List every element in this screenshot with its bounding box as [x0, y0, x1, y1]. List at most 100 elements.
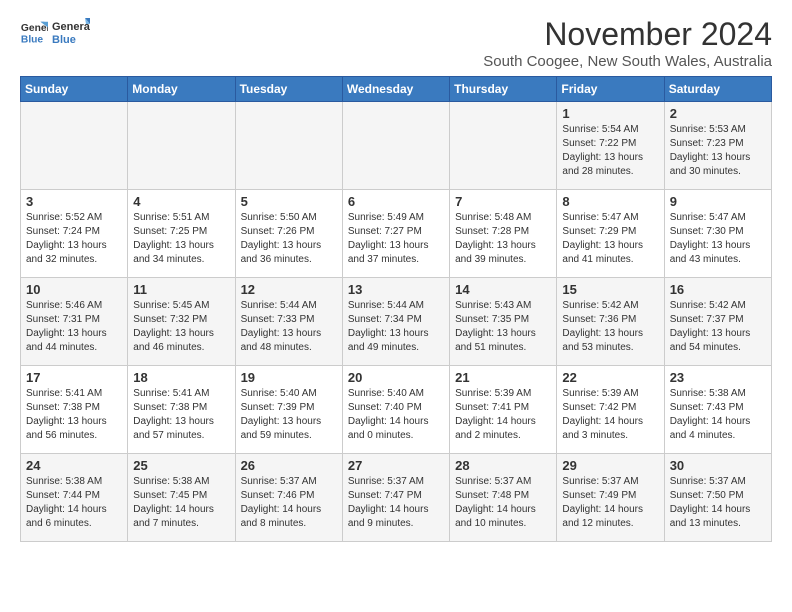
- svg-text:General: General: [21, 23, 48, 34]
- calendar-body: 1Sunrise: 5:54 AM Sunset: 7:22 PM Daylig…: [21, 102, 772, 542]
- day-info: Sunrise: 5:54 AM Sunset: 7:22 PM Dayligh…: [562, 123, 658, 179]
- header-cell-thursday: Thursday: [450, 77, 557, 102]
- day-cell: 8 Sunrise: 5:47 AM Sunset: 7:29 PM Daylig…: [557, 190, 664, 278]
- logo: General Blue General Blue: [20, 16, 90, 48]
- day-cell: 9Sunrise: 5:47 AM Sunset: 7:30 PM Daylig…: [664, 190, 771, 278]
- day-number: 2: [670, 106, 766, 121]
- day-number: 4: [133, 194, 229, 209]
- day-cell: 4 Sunrise: 5:51 AM Sunset: 7:25 PM Daylig…: [128, 190, 235, 278]
- day-cell: 28 Sunrise: 5:37 AM Sunset: 7:48 PM Dayli…: [450, 454, 557, 542]
- day-number: 8: [562, 194, 658, 209]
- week-row: 17Sunrise: 5:41 AM Sunset: 7:38 PM Dayli…: [21, 366, 772, 454]
- subtitle: South Coogee, New South Wales, Australia: [483, 53, 772, 70]
- day-cell: 17Sunrise: 5:41 AM Sunset: 7:38 PM Dayli…: [21, 366, 128, 454]
- day-cell: 14 Sunrise: 5:43 AM Sunset: 7:35 PM Dayli…: [450, 278, 557, 366]
- day-info: Sunrise: 5:43 AM Sunset: 7:35 PM Dayligh…: [455, 299, 551, 355]
- day-info: Sunrise: 5:41 AM Sunset: 7:38 PM Dayligh…: [133, 387, 229, 443]
- day-info: Sunrise: 5:40 AM Sunset: 7:40 PM Dayligh…: [348, 387, 444, 443]
- day-number: 15: [562, 282, 658, 297]
- day-info: Sunrise: 5:49 AM Sunset: 7:27 PM Dayligh…: [348, 211, 444, 267]
- day-number: 25: [133, 458, 229, 473]
- header-cell-friday: Friday: [557, 77, 664, 102]
- day-info: Sunrise: 5:42 AM Sunset: 7:36 PM Dayligh…: [562, 299, 658, 355]
- day-info: Sunrise: 5:41 AM Sunset: 7:38 PM Dayligh…: [26, 387, 122, 443]
- header-cell-saturday: Saturday: [664, 77, 771, 102]
- day-info: Sunrise: 5:39 AM Sunset: 7:42 PM Dayligh…: [562, 387, 658, 443]
- day-info: Sunrise: 5:47 AM Sunset: 7:29 PM Dayligh…: [562, 211, 658, 267]
- day-number: 26: [241, 458, 337, 473]
- day-info: Sunrise: 5:37 AM Sunset: 7:48 PM Dayligh…: [455, 475, 551, 531]
- logo-icon: General Blue: [20, 18, 48, 46]
- week-row: 10Sunrise: 5:46 AM Sunset: 7:31 PM Dayli…: [21, 278, 772, 366]
- day-number: 11: [133, 282, 229, 297]
- day-number: 23: [670, 370, 766, 385]
- day-cell: 19 Sunrise: 5:40 AM Sunset: 7:39 PM Dayli…: [235, 366, 342, 454]
- day-number: 14: [455, 282, 551, 297]
- day-cell: 11 Sunrise: 5:45 AM Sunset: 7:32 PM Dayli…: [128, 278, 235, 366]
- header: General Blue General Blue November 2024 …: [20, 16, 772, 70]
- day-number: 27: [348, 458, 444, 473]
- day-cell: 10Sunrise: 5:46 AM Sunset: 7:31 PM Dayli…: [21, 278, 128, 366]
- day-info: Sunrise: 5:48 AM Sunset: 7:28 PM Dayligh…: [455, 211, 551, 267]
- day-info: Sunrise: 5:42 AM Sunset: 7:37 PM Dayligh…: [670, 299, 766, 355]
- day-cell: 21Sunrise: 5:39 AM Sunset: 7:41 PM Dayli…: [450, 366, 557, 454]
- day-number: 10: [26, 282, 122, 297]
- header-cell-tuesday: Tuesday: [235, 77, 342, 102]
- day-cell: 3Sunrise: 5:52 AM Sunset: 7:24 PM Daylig…: [21, 190, 128, 278]
- day-info: Sunrise: 5:51 AM Sunset: 7:25 PM Dayligh…: [133, 211, 229, 267]
- header-cell-wednesday: Wednesday: [342, 77, 449, 102]
- calendar: SundayMondayTuesdayWednesdayThursdayFrid…: [20, 76, 772, 542]
- day-cell: 13 Sunrise: 5:44 AM Sunset: 7:34 PM Dayli…: [342, 278, 449, 366]
- day-cell: 20 Sunrise: 5:40 AM Sunset: 7:40 PM Dayli…: [342, 366, 449, 454]
- day-number: 7: [455, 194, 551, 209]
- month-title: November 2024: [483, 16, 772, 53]
- day-cell: 27Sunrise: 5:37 AM Sunset: 7:47 PM Dayli…: [342, 454, 449, 542]
- day-cell: 23Sunrise: 5:38 AM Sunset: 7:43 PM Dayli…: [664, 366, 771, 454]
- week-row: 1Sunrise: 5:54 AM Sunset: 7:22 PM Daylig…: [21, 102, 772, 190]
- day-info: Sunrise: 5:37 AM Sunset: 7:49 PM Dayligh…: [562, 475, 658, 531]
- day-cell: 24Sunrise: 5:38 AM Sunset: 7:44 PM Dayli…: [21, 454, 128, 542]
- day-info: Sunrise: 5:45 AM Sunset: 7:32 PM Dayligh…: [133, 299, 229, 355]
- day-cell: 29 Sunrise: 5:37 AM Sunset: 7:49 PM Dayli…: [557, 454, 664, 542]
- day-number: 18: [133, 370, 229, 385]
- day-info: Sunrise: 5:50 AM Sunset: 7:26 PM Dayligh…: [241, 211, 337, 267]
- logo-graphic: General Blue: [52, 16, 90, 48]
- day-number: 28: [455, 458, 551, 473]
- header-cell-monday: Monday: [128, 77, 235, 102]
- week-row: 3Sunrise: 5:52 AM Sunset: 7:24 PM Daylig…: [21, 190, 772, 278]
- day-info: Sunrise: 5:47 AM Sunset: 7:30 PM Dayligh…: [670, 211, 766, 267]
- day-cell: 12Sunrise: 5:44 AM Sunset: 7:33 PM Dayli…: [235, 278, 342, 366]
- day-info: Sunrise: 5:44 AM Sunset: 7:34 PM Dayligh…: [348, 299, 444, 355]
- svg-text:Blue: Blue: [52, 34, 76, 46]
- calendar-header: SundayMondayTuesdayWednesdayThursdayFrid…: [21, 77, 772, 102]
- day-info: Sunrise: 5:52 AM Sunset: 7:24 PM Dayligh…: [26, 211, 122, 267]
- day-cell: [450, 102, 557, 190]
- day-cell: 18 Sunrise: 5:41 AM Sunset: 7:38 PM Dayli…: [128, 366, 235, 454]
- day-info: Sunrise: 5:37 AM Sunset: 7:50 PM Dayligh…: [670, 475, 766, 531]
- week-row: 24Sunrise: 5:38 AM Sunset: 7:44 PM Dayli…: [21, 454, 772, 542]
- day-info: Sunrise: 5:38 AM Sunset: 7:45 PM Dayligh…: [133, 475, 229, 531]
- day-cell: [235, 102, 342, 190]
- day-info: Sunrise: 5:37 AM Sunset: 7:46 PM Dayligh…: [241, 475, 337, 531]
- title-area: November 2024 South Coogee, New South Wa…: [483, 16, 772, 70]
- day-info: Sunrise: 5:40 AM Sunset: 7:39 PM Dayligh…: [241, 387, 337, 443]
- day-number: 30: [670, 458, 766, 473]
- day-cell: 15 Sunrise: 5:42 AM Sunset: 7:36 PM Dayli…: [557, 278, 664, 366]
- day-cell: [342, 102, 449, 190]
- day-cell: 30 Sunrise: 5:37 AM Sunset: 7:50 PM Dayli…: [664, 454, 771, 542]
- day-cell: [128, 102, 235, 190]
- day-cell: 5Sunrise: 5:50 AM Sunset: 7:26 PM Daylig…: [235, 190, 342, 278]
- day-cell: 16Sunrise: 5:42 AM Sunset: 7:37 PM Dayli…: [664, 278, 771, 366]
- svg-text:General: General: [52, 21, 90, 33]
- day-number: 13: [348, 282, 444, 297]
- day-info: Sunrise: 5:39 AM Sunset: 7:41 PM Dayligh…: [455, 387, 551, 443]
- day-info: Sunrise: 5:44 AM Sunset: 7:33 PM Dayligh…: [241, 299, 337, 355]
- day-cell: 25 Sunrise: 5:38 AM Sunset: 7:45 PM Dayli…: [128, 454, 235, 542]
- day-cell: [21, 102, 128, 190]
- day-number: 29: [562, 458, 658, 473]
- day-cell: 1Sunrise: 5:54 AM Sunset: 7:22 PM Daylig…: [557, 102, 664, 190]
- day-number: 20: [348, 370, 444, 385]
- header-cell-sunday: Sunday: [21, 77, 128, 102]
- header-row: SundayMondayTuesdayWednesdayThursdayFrid…: [21, 77, 772, 102]
- day-number: 19: [241, 370, 337, 385]
